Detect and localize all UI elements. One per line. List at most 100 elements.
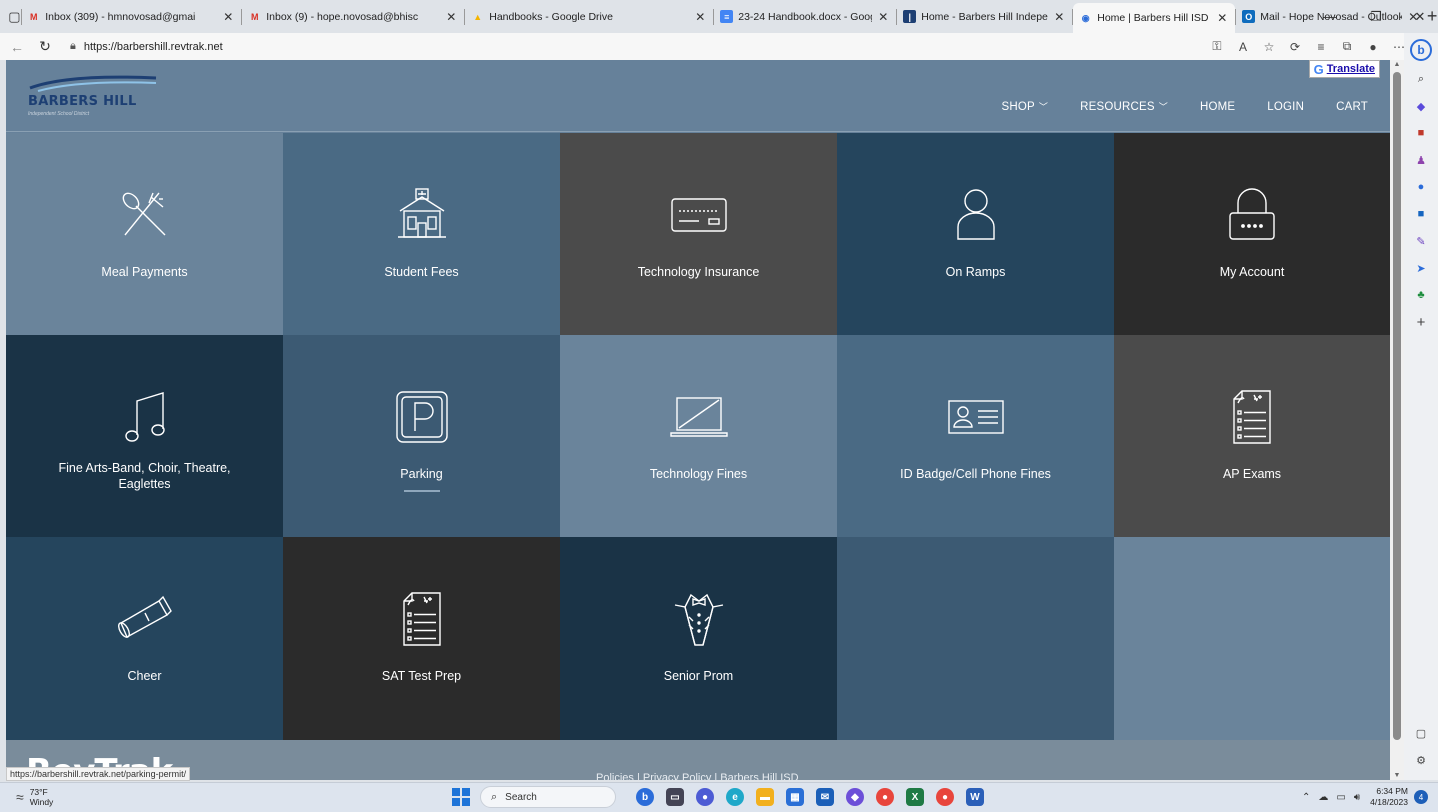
sidebar-settings-gear-icon[interactable]: ⚙: [1411, 750, 1431, 770]
tile-ap-exams[interactable]: AP Exams: [1114, 335, 1390, 537]
graded-paper-icon: [1230, 389, 1274, 445]
tile-label: ID Badge/Cell Phone Fines: [900, 467, 1051, 481]
browser-tab[interactable]: M Inbox (9) - hope.novosad@bhisc ✕: [242, 4, 464, 30]
excel-icon[interactable]: X: [906, 788, 924, 806]
network-icon[interactable]: ▭: [1336, 792, 1345, 803]
search-icon[interactable]: ⌕: [1411, 69, 1431, 89]
file-explorer-icon[interactable]: ▬: [756, 788, 774, 806]
close-tab-icon[interactable]: ✕: [444, 10, 458, 24]
tile-fine-arts-band-choir-theatre-eaglettes[interactable]: Fine Arts-Band, Choir, Theatre, Eaglette…: [6, 335, 283, 537]
tile-cheer[interactable]: Cheer: [6, 537, 283, 740]
refresh-split-icon[interactable]: ⟳: [1282, 40, 1308, 54]
google-translate-button[interactable]: G Translate: [1308, 60, 1380, 78]
parking-sign-icon: [394, 389, 450, 445]
scroll-down-arrow[interactable]: ▼: [1390, 772, 1404, 779]
hide-sidebar-icon[interactable]: ▢: [1411, 723, 1431, 743]
nav-label: RESOURCES: [1080, 100, 1155, 113]
tabs-container: M Inbox (309) - hmnovosad@gmai ✕ M Inbox (9)…: [21, 0, 1426, 33]
close-tab-icon[interactable]: ✕: [1215, 11, 1229, 25]
tile-sat-test-prep[interactable]: SAT Test Prep: [283, 537, 560, 740]
browser-tab[interactable]: ▲ Handbooks - Google Drive ✕: [465, 4, 713, 30]
close-tab-icon[interactable]: ✕: [876, 10, 890, 24]
reload-button[interactable]: ↻: [34, 38, 56, 55]
volume-icon[interactable]: 🔊︎: [1354, 792, 1360, 803]
nav-home[interactable]: HOME: [1200, 101, 1235, 113]
nav-login[interactable]: LOGIN: [1267, 101, 1304, 113]
close-tab-icon[interactable]: ✕: [1052, 10, 1066, 24]
tile-technology-insurance[interactable]: Technology Insurance: [560, 133, 837, 335]
teams-chat-icon[interactable]: ●: [696, 788, 714, 806]
outlook-sidebar-icon[interactable]: ■: [1411, 204, 1431, 224]
tile-id-badge-cell-phone-fines[interactable]: ID Badge/Cell Phone Fines: [837, 335, 1114, 537]
bing-chat-icon[interactable]: b: [1410, 39, 1432, 61]
back-button[interactable]: ←: [6, 39, 28, 55]
close-window-button[interactable]: ✕: [1400, 0, 1438, 33]
tile-meal-payments[interactable]: Meal Payments: [6, 133, 283, 335]
collections-icon[interactable]: ⧉: [1334, 39, 1360, 54]
footer-links[interactable]: Policies | Privacy Policy | Barbers Hill…: [596, 772, 799, 780]
tools-briefcase-icon[interactable]: ■: [1411, 123, 1431, 143]
windows-start-icon[interactable]: [452, 788, 470, 806]
tab-actions-icon[interactable]: ▢: [8, 5, 21, 29]
minimize-button[interactable]: —: [1310, 0, 1350, 33]
scrollbar-thumb[interactable]: [1393, 72, 1401, 740]
tile-label: On Ramps: [945, 265, 1006, 279]
close-tab-icon[interactable]: ✕: [693, 10, 707, 24]
page-scrollbar[interactable]: ▲ ▼: [1390, 60, 1404, 780]
microsoft-store-icon[interactable]: ▦: [786, 788, 804, 806]
tile-student-fees[interactable]: Student Fees: [283, 133, 560, 335]
browser-tab[interactable]: ≡ 23-24 Handbook.docx - Google ✕: [714, 4, 896, 30]
nav-label: LOGIN: [1267, 100, 1305, 113]
taskbar-search-label: Search: [505, 791, 537, 803]
url-field[interactable]: https://barbershill.revtrak.net: [84, 41, 223, 53]
weather-widget[interactable]: ≈ 73°F Windy: [16, 787, 53, 807]
tile-parking[interactable]: Parking: [283, 335, 560, 537]
mail-icon[interactable]: ✉: [816, 788, 834, 806]
taskbar-search[interactable]: ⌕ Search: [480, 786, 616, 808]
restore-button[interactable]: ❐: [1356, 0, 1396, 33]
tile-label: Parking: [400, 467, 443, 481]
tile-technology-fines[interactable]: Technology Fines: [560, 335, 837, 537]
tile-senior-prom[interactable]: Senior Prom: [560, 537, 837, 740]
address-bar-actions: ⚿ A ☆ ⟳ ≡ ⧉ ● ⋯: [1204, 33, 1412, 60]
barbers-hill-logo[interactable]: BARBERS HILL Independent School District: [28, 72, 158, 122]
add-sidebar-item-icon[interactable]: +: [1411, 312, 1431, 332]
edge-browser-icon[interactable]: e: [726, 788, 744, 806]
tile-label: Meal Payments: [101, 265, 188, 279]
shopping-tag-icon[interactable]: ◆: [1411, 96, 1431, 116]
chrome-profile-icon[interactable]: ●: [936, 788, 954, 806]
favorites-list-icon[interactable]: ≡: [1308, 40, 1334, 54]
task-view-icon[interactable]: ▭: [666, 788, 684, 806]
read-aloud-icon[interactable]: A: [1230, 40, 1256, 54]
nav-shop[interactable]: SHOP ﹀: [1002, 100, 1049, 113]
nav-resources[interactable]: RESOURCES ﹀: [1080, 100, 1168, 113]
drop-icon[interactable]: ✎: [1411, 231, 1431, 251]
nav-cart[interactable]: CART: [1336, 101, 1368, 113]
tile-on-ramps[interactable]: On Ramps: [837, 133, 1114, 335]
browser-tab[interactable]: M Inbox (309) - hmnovosad@gmai ✕: [21, 4, 241, 30]
show-hidden-icons-chevron-icon[interactable]: ⌃: [1302, 792, 1310, 803]
key-icon[interactable]: ⚿: [1204, 39, 1230, 54]
padlock-icon: [1226, 187, 1278, 243]
send-icon[interactable]: ➤: [1411, 258, 1431, 278]
tree-icon[interactable]: ♣: [1411, 285, 1431, 305]
close-tab-icon[interactable]: ✕: [221, 10, 235, 24]
favorite-star-icon[interactable]: ☆: [1256, 40, 1282, 54]
copilot-icon[interactable]: ◆: [846, 788, 864, 806]
music-note-icon: [123, 389, 167, 445]
clock[interactable]: 6:34 PM 4/18/2023: [1370, 786, 1408, 808]
browser-tab[interactable]: ◉ Home | Barbers Hill ISD ✕: [1073, 3, 1236, 33]
windows-taskbar: ≈ 73°F Windy ⌕ Search b ▭ ● e ▬ ▦ ✉ ◆ ● …: [0, 782, 1438, 812]
browser-tab[interactable]: | Home - Barbers Hill Independen ✕: [897, 4, 1072, 30]
games-icon[interactable]: ♟: [1411, 150, 1431, 170]
office-icon[interactable]: ●: [1411, 177, 1431, 197]
onedrive-cloud-icon[interactable]: ☁: [1318, 792, 1328, 803]
tile-my-account[interactable]: My Account: [1114, 133, 1390, 335]
word-icon[interactable]: W: [966, 788, 984, 806]
scroll-up-arrow[interactable]: ▲: [1390, 61, 1404, 68]
bing-taskbar-icon[interactable]: b: [636, 788, 654, 806]
profile-avatar-icon[interactable]: ●: [1360, 40, 1386, 54]
chrome-icon[interactable]: ●: [876, 788, 894, 806]
notification-badge[interactable]: 4: [1414, 790, 1428, 804]
site-info-lock-icon[interactable]: 🔒︎: [70, 40, 76, 53]
